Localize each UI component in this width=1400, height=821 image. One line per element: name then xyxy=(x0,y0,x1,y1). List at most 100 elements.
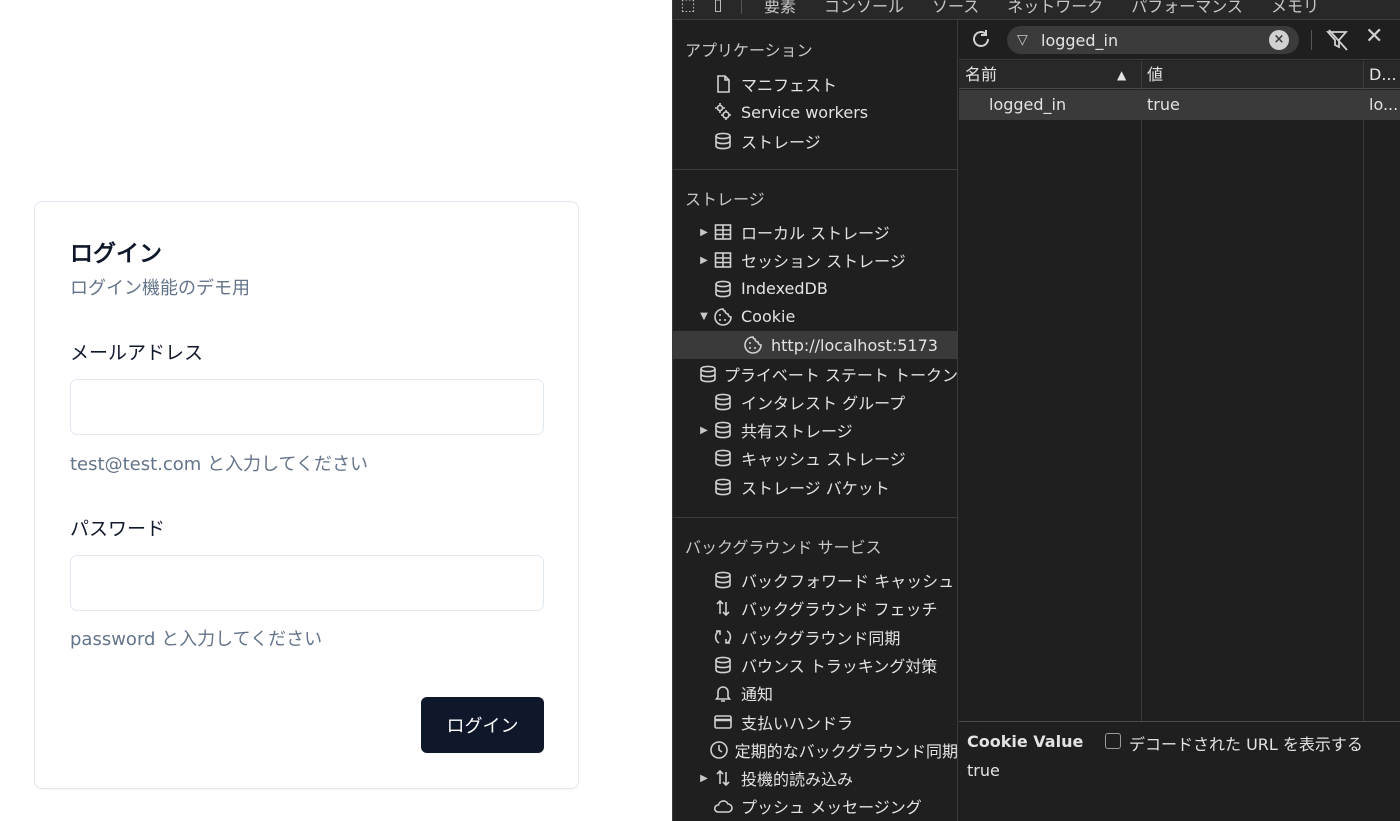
sidebar-item[interactable]: バックグラウンド フェッチ xyxy=(673,594,957,622)
password-input[interactable] xyxy=(70,555,544,611)
password-label: パスワード xyxy=(70,518,166,540)
sidebar-item-label: 定期的なバックグラウンド同期 xyxy=(734,741,958,761)
email-input[interactable] xyxy=(70,379,544,435)
clear-filtered-cookies-icon[interactable] xyxy=(1325,28,1351,52)
card-title: ログイン xyxy=(70,241,162,267)
sidebar-item[interactable]: 定期的なバックグラウンド同期 xyxy=(673,736,958,764)
expand-arrow-icon[interactable]: ▶ xyxy=(697,425,711,436)
tab-memory[interactable]: メモリ xyxy=(1257,0,1333,17)
app-page: ログイン ログイン機能のデモ用 メールアドレス test@test.com と入… xyxy=(0,0,672,821)
sidebar-item-label: Cookie xyxy=(741,307,796,327)
decode-url-checkbox[interactable] xyxy=(1105,733,1121,749)
sidebar-item[interactable]: ストレージ xyxy=(673,127,957,155)
sidebar-item-label: 共有ストレージ xyxy=(741,422,853,442)
sidebar-item[interactable]: ▶ 共有ストレージ xyxy=(673,416,957,444)
sidebar-item[interactable]: バックフォワード キャッシュ xyxy=(673,566,957,594)
sidebar-item[interactable]: IndexedDB xyxy=(673,275,957,303)
section-title-application: アプリケーション xyxy=(685,41,813,60)
refresh-icon[interactable] xyxy=(969,27,993,51)
database-icon xyxy=(711,655,735,675)
cookie-icon xyxy=(711,307,735,327)
cookie-value-cell: true xyxy=(1147,95,1180,114)
sidebar-item[interactable]: インタレスト グループ xyxy=(673,388,957,416)
section-title-storage: ストレージ xyxy=(685,190,765,209)
sidebar-item[interactable]: プライベート ステート トークン xyxy=(673,360,957,388)
expand-arrow-icon[interactable]: ▶ xyxy=(697,773,711,784)
cookie-icon xyxy=(741,335,765,355)
sidebar-item[interactable]: 支払いハンドラ xyxy=(673,708,957,736)
sidebar-item-label: バウンス トラッキング対策 xyxy=(741,656,938,676)
expand-arrow-icon[interactable]: ▶ xyxy=(697,227,711,238)
cookie-name-cell: logged_in xyxy=(989,95,1067,114)
close-icon[interactable]: ✕ xyxy=(1365,24,1383,49)
sidebar-item-label: 支払いハンドラ xyxy=(741,713,854,733)
sidebar-item[interactable]: ストレージ バケット xyxy=(673,473,957,501)
card-icon xyxy=(711,712,735,732)
filter-toolbar: ▽ × ✕ xyxy=(959,20,1400,60)
sidebar-item-label: ストレージ xyxy=(741,132,821,152)
sidebar-item-label: マニフェスト xyxy=(741,76,838,95)
cookie-value-title: Cookie Value xyxy=(967,732,1084,751)
database-icon xyxy=(711,570,735,590)
table-icon xyxy=(711,222,735,242)
decode-url-checkbox-label[interactable]: デコードされた URL を表示する xyxy=(1129,731,1363,755)
device-toolbar-icon[interactable]: ▯ xyxy=(703,0,733,14)
clock-icon xyxy=(709,740,729,760)
tab-sources[interactable]: ソース xyxy=(918,0,993,17)
database-icon xyxy=(711,420,735,440)
sidebar-item-label: ローカル ストレージ xyxy=(741,224,890,243)
sidebar-item[interactable]: バックグラウンド同期 xyxy=(673,623,957,651)
tab-console[interactable]: コンソール xyxy=(810,0,918,17)
sidebar-item[interactable]: 通知 xyxy=(673,679,957,707)
column-header-name[interactable]: 名前 ▲ xyxy=(959,61,1141,89)
sidebar-item[interactable]: キャッシュ ストレージ xyxy=(673,444,957,472)
sidebar-item[interactable]: バウンス トラッキング対策 xyxy=(673,651,957,679)
filter-icon: ▽ xyxy=(1017,32,1028,48)
sidebar-item-label: バックフォワード キャッシュ xyxy=(741,572,955,591)
email-label: メールアドレス xyxy=(70,342,204,364)
card-description: ログイン機能のデモ用 xyxy=(70,278,250,299)
cookie-table-header: 名前 ▲ 値 D... xyxy=(959,61,1400,89)
sidebar-item[interactable]: ▶ セッション ストレージ xyxy=(673,246,957,274)
cookie-domain-cell: lo... xyxy=(1369,95,1399,114)
inspect-icon[interactable]: ⬚ xyxy=(673,0,703,14)
database-icon xyxy=(711,392,735,412)
sort-ascending-icon: ▲ xyxy=(1117,68,1127,82)
sidebar-item[interactable]: http://localhost:5173 xyxy=(673,331,957,360)
tab-network[interactable]: ネットワーク xyxy=(993,0,1117,17)
sidebar-item[interactable]: ▶ 投機的読み込み xyxy=(673,764,957,792)
sidebar-item[interactable]: Service workers xyxy=(673,98,957,126)
sidebar-item-label: キャッシュ ストレージ xyxy=(741,450,906,470)
cookie-value-text: true xyxy=(967,761,1000,780)
sidebar-item[interactable]: プッシュ メッセージング xyxy=(673,792,957,820)
sidebar-item[interactable]: ▼ Cookie xyxy=(673,303,957,331)
cookie-main-panel: ▽ × ✕ 名前 ▲ 値 D... logged_in true lo... xyxy=(959,20,1400,821)
sidebar-item-label: バックグラウンド同期 xyxy=(741,628,901,648)
sidebar-item-label: Service workers xyxy=(741,102,869,122)
database-icon xyxy=(711,477,735,497)
tab-elements[interactable]: 要素 xyxy=(750,0,810,17)
sidebar-item-label: バックグラウンド フェッチ xyxy=(741,600,938,620)
login-button[interactable]: ログイン xyxy=(421,697,544,753)
cloud-icon xyxy=(711,796,735,816)
file-icon xyxy=(711,74,735,94)
expand-arrow-icon[interactable]: ▼ xyxy=(697,311,711,322)
column-header-value[interactable]: 値 xyxy=(1141,61,1363,89)
database-icon xyxy=(711,131,735,151)
sidebar-item-label: ストレージ バケット xyxy=(741,478,890,498)
filter-box: ▽ × xyxy=(1007,26,1299,54)
table-row[interactable]: logged_in true lo... xyxy=(959,90,1400,120)
sidebar-item-label: セッション ストレージ xyxy=(741,252,906,272)
updown-arrows-icon xyxy=(711,768,735,788)
sidebar-item-label: http://localhost:5173 xyxy=(771,335,938,355)
sidebar-item[interactable]: ▶ ローカル ストレージ xyxy=(673,218,957,246)
expand-arrow-icon[interactable]: ▶ xyxy=(697,255,711,266)
column-header-domain[interactable]: D... xyxy=(1363,61,1400,89)
bell-icon xyxy=(711,683,735,703)
sidebar-item[interactable]: マニフェスト xyxy=(673,70,957,98)
filter-input[interactable] xyxy=(1041,30,1261,50)
sidebar-item-label: IndexedDB xyxy=(741,279,828,299)
tab-performance[interactable]: パフォーマンス xyxy=(1117,0,1257,17)
clear-input-icon[interactable]: × xyxy=(1269,30,1289,50)
password-help-text: password と入力してください xyxy=(70,629,323,650)
